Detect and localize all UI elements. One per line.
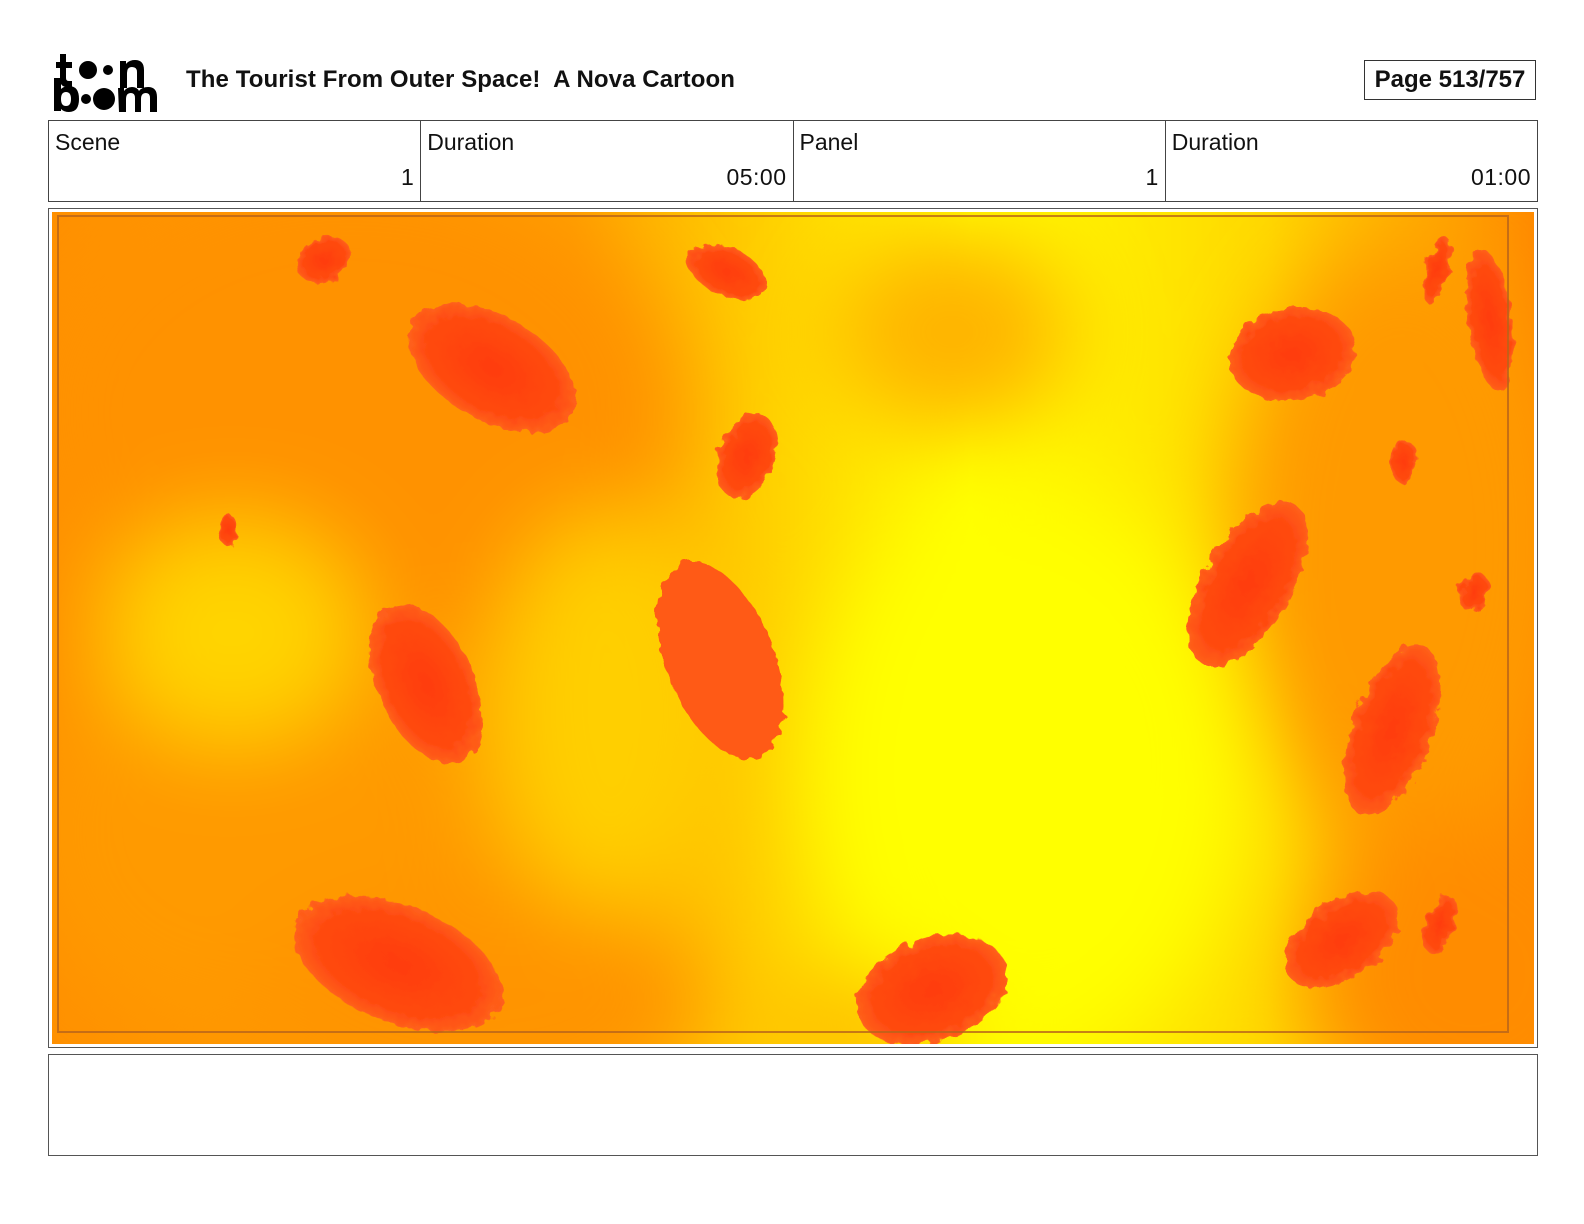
panel-duration-label: Duration	[1171, 129, 1259, 155]
panel-cell: Panel 1	[794, 121, 1166, 201]
panel-label: Panel	[799, 129, 859, 155]
scene-duration-cell: Duration 05:00	[421, 121, 794, 201]
panel-notes[interactable]	[48, 1054, 1538, 1156]
scene-duration-label: Duration	[427, 129, 515, 155]
scene-duration-value: 05:00	[726, 164, 787, 190]
scene-info-table: Scene 1 Duration 05:00 Panel 1 Duration …	[48, 120, 1538, 202]
toon-boom-logo	[54, 54, 157, 112]
scene-cell: Scene 1	[49, 121, 422, 201]
scene-value: 1	[400, 164, 415, 190]
storyboard-panel	[48, 208, 1538, 1048]
scene-label: Scene	[55, 129, 121, 155]
page-number: Page 513/757	[1364, 60, 1536, 100]
lava-texture-panel	[52, 212, 1534, 1044]
document-title: The Tourist From Outer Space! A Nova Car…	[186, 66, 735, 93]
panel-duration-value: 01:00	[1470, 164, 1531, 190]
panel-value: 1	[1145, 164, 1159, 190]
panel-duration-cell: Duration 01:00	[1166, 121, 1537, 201]
